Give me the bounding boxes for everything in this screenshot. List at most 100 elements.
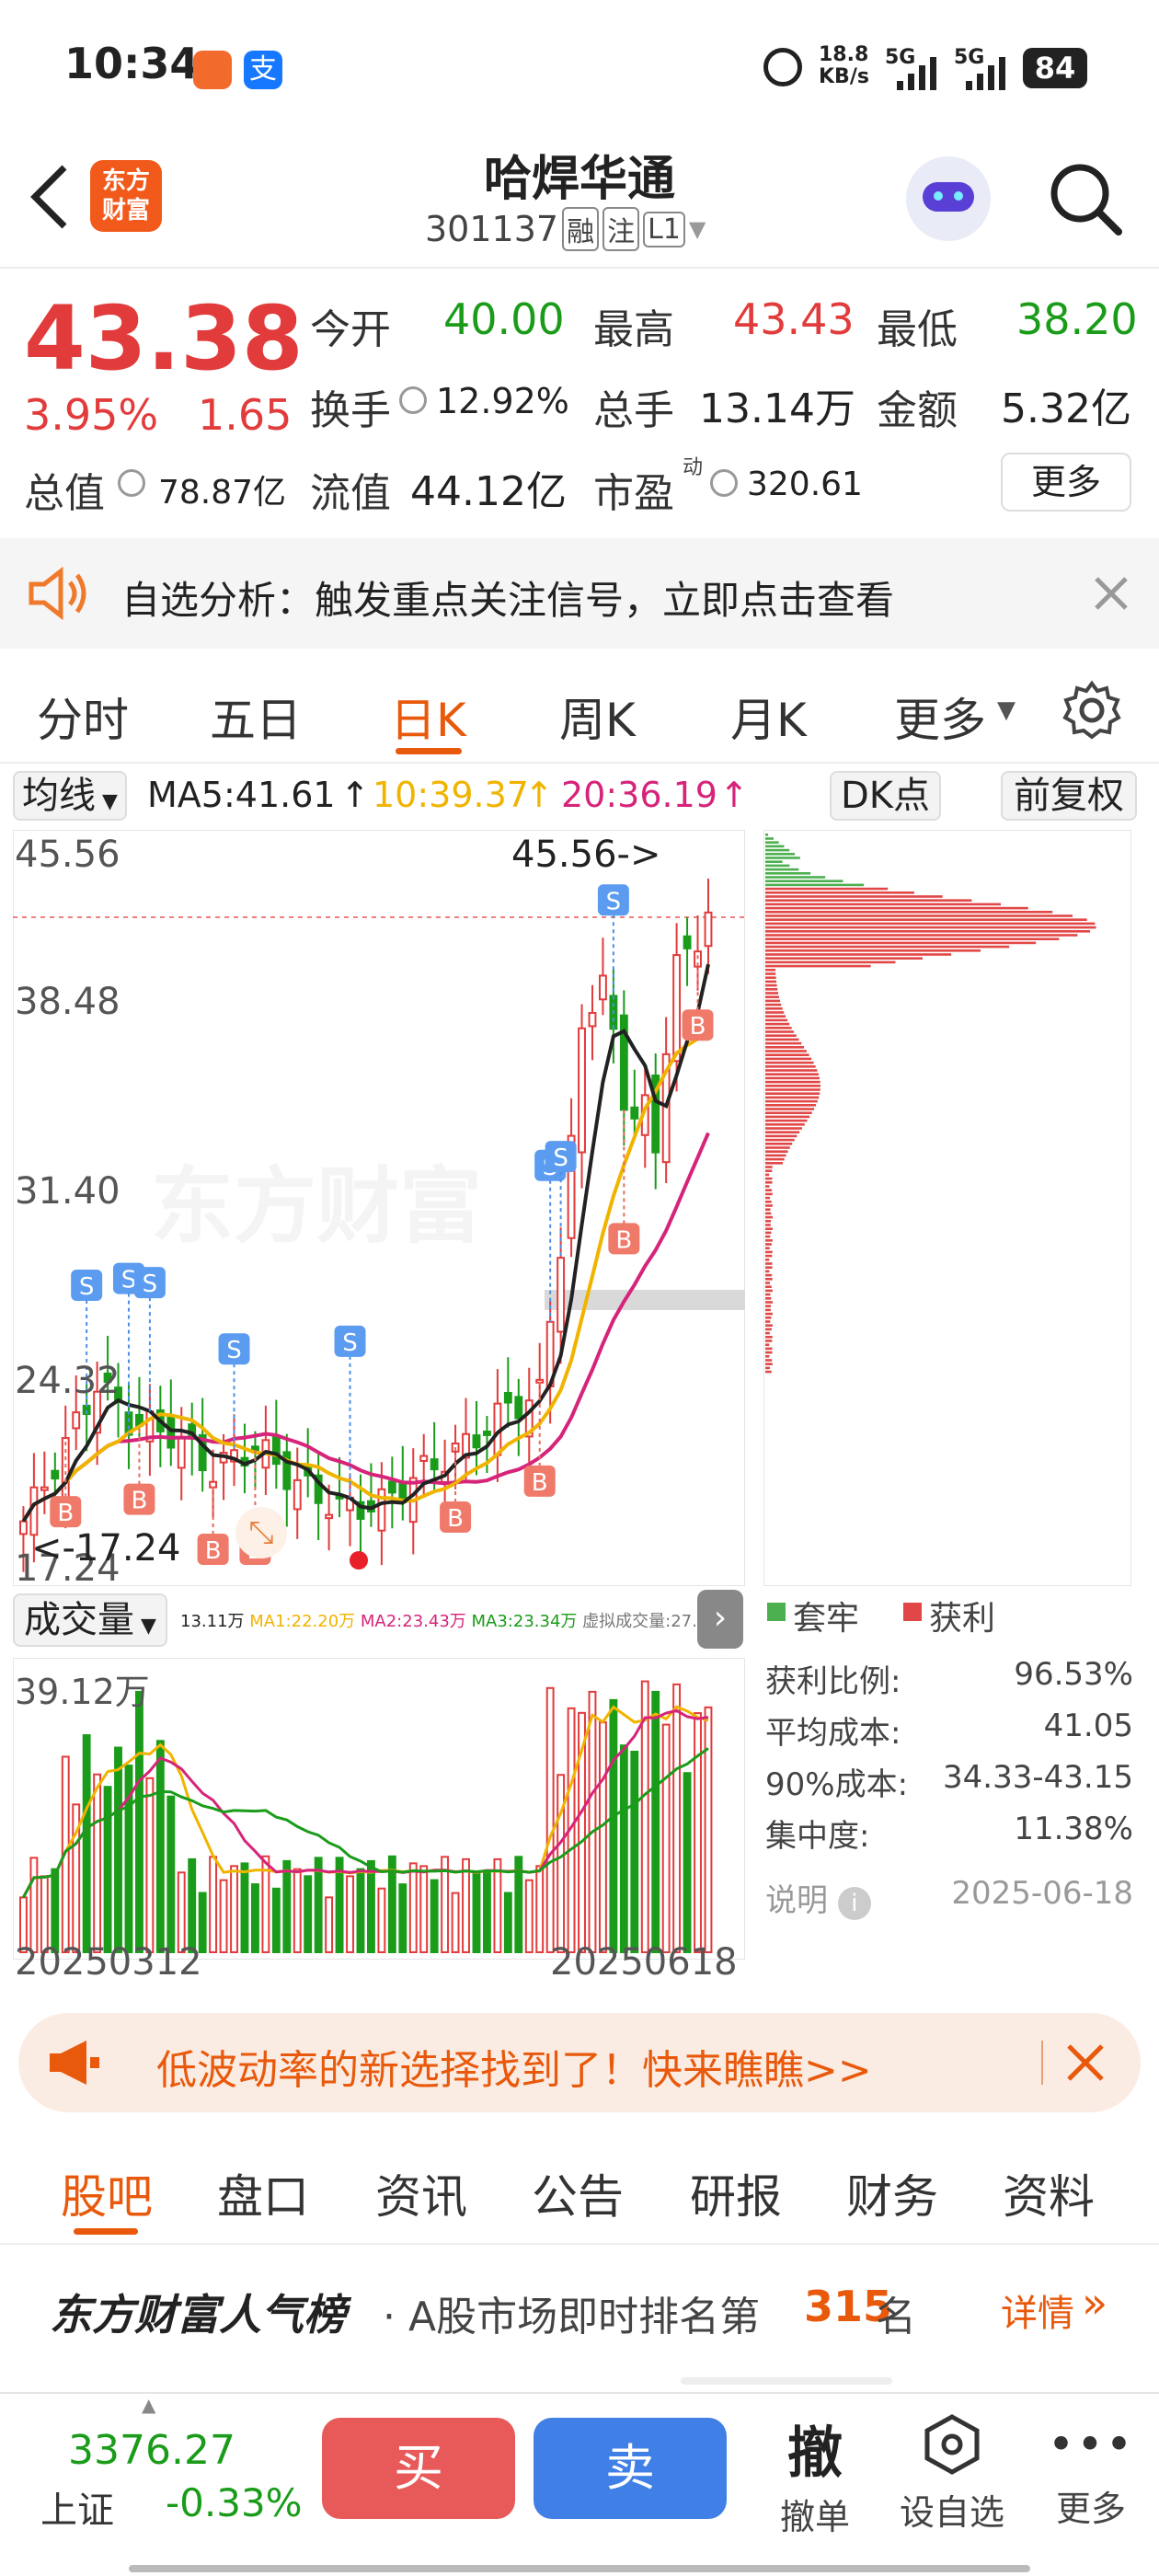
tab-news[interactable]: 资讯: [375, 2160, 467, 2226]
chip-bar: [765, 980, 777, 983]
chip-bar: [765, 860, 783, 863]
notice-bar[interactable]: 自选分析：触发重点关注信号，立即点击查看: [0, 538, 1159, 649]
alipay-icon: 支: [244, 51, 282, 89]
tab-orderbook[interactable]: 盘口: [217, 2160, 309, 2226]
chip-bar: [765, 837, 774, 840]
chip-bar: [765, 1162, 784, 1165]
tab-research[interactable]: 研报: [690, 2160, 782, 2226]
chip-bar: [765, 1359, 773, 1362]
chip-bar: [765, 964, 871, 968]
more-menu-button[interactable]: ••• 更多: [1045, 2414, 1137, 2531]
tab-profile[interactable]: 资料: [1003, 2160, 1095, 2226]
chip-bar: [765, 1270, 770, 1273]
chip-bar: [765, 1239, 773, 1242]
chip-bar: [765, 1069, 818, 1072]
volume-bar: [135, 1690, 143, 1954]
chip-bar: [765, 1320, 771, 1323]
chevron-right-icon[interactable]: ›: [697, 1590, 743, 1649]
close-icon[interactable]: [1065, 2042, 1106, 2083]
chip-bar: [765, 891, 914, 894]
tab-financials[interactable]: 财务: [846, 2160, 938, 2226]
caret-up-icon[interactable]: ▲: [142, 2394, 155, 2416]
tab-daily-k[interactable]: 日K: [390, 684, 466, 750]
chip-bar: [765, 1215, 773, 1219]
banner-divider: [1041, 2041, 1043, 2085]
candle: [251, 1445, 259, 1452]
turnover-label: 换手: [310, 387, 391, 434]
add-watch-label: 设自选: [899, 2492, 1004, 2533]
popularity-rank[interactable]: 东方财富人气榜 · A股市场即时排名第 315 名 详情 »: [0, 2245, 1159, 2385]
chip-bar: [765, 1143, 793, 1145]
tab-five-day[interactable]: 五日: [210, 684, 302, 750]
info-dots-icon[interactable]: [399, 386, 427, 414]
chip-bar: [765, 1227, 773, 1230]
chip-bar: [765, 876, 826, 879]
explain-link[interactable]: 说明 i: [765, 1875, 871, 1926]
candlestick-chart[interactable]: 东方财富 BSSBSBSBSBBSSSBB: [13, 830, 745, 1586]
volume-bar: [29, 1857, 39, 1953]
promo-banner[interactable]: 低波动率的新选择找到了！快来瞧瞧>>: [18, 2013, 1141, 2112]
chip-bar: [765, 1308, 771, 1312]
chip-bar: [765, 1312, 773, 1316]
candle: [599, 974, 607, 1001]
sell-button[interactable]: 卖: [534, 2418, 727, 2519]
chip-bar: [765, 1247, 770, 1249]
tab-more[interactable]: 更多: [894, 684, 986, 750]
chip-bar: [765, 992, 779, 995]
cancel-order-button[interactable]: 撤 撤单: [769, 2409, 861, 2539]
chip-bar: [765, 1092, 820, 1095]
kline-chart-area: 均线 ▼ MA5:41.61 ↑ 10:39.37 ↑ 20:36.19 ↑ D…: [0, 764, 1159, 1996]
signal-label: S: [606, 888, 622, 915]
volume-bar: [271, 1887, 281, 1953]
tab-weekly-k[interactable]: 周K: [559, 684, 636, 750]
chip-bar: [765, 1073, 819, 1075]
chip-bar: [765, 1201, 772, 1203]
info-dots-icon[interactable]: [710, 469, 738, 497]
event-dot[interactable]: [350, 1551, 368, 1570]
buy-button[interactable]: 买: [322, 2418, 515, 2519]
float-cap-label: 流值: [310, 470, 391, 517]
close-icon[interactable]: [1093, 575, 1130, 612]
float-cap-value: 44.12亿: [410, 468, 567, 515]
y-max-label: 45.56: [15, 834, 120, 876]
chip-bar: [765, 1243, 772, 1246]
adjust-button[interactable]: 前复权: [1001, 771, 1137, 821]
assistant-avatar[interactable]: [906, 156, 991, 241]
tab-intraday[interactable]: 分时: [37, 684, 129, 750]
chip-bar: [765, 1154, 786, 1157]
dk-point-button[interactable]: DK点: [830, 771, 942, 821]
tab-monthly-k[interactable]: 月K: [730, 684, 807, 750]
chevron-down-icon[interactable]: ▼: [689, 216, 706, 242]
notice-text: 自选分析：触发重点关注信号，立即点击查看: [121, 578, 895, 623]
chip-bar: [765, 949, 981, 952]
volume-bar: [683, 1772, 692, 1953]
volume-bar: [188, 1857, 197, 1954]
tab-announcements[interactable]: 公告: [532, 2160, 624, 2226]
chip-bar: [765, 1146, 790, 1149]
add-watchlist-button[interactable]: 设自选: [892, 2414, 1012, 2535]
chip-bar: [765, 1115, 810, 1119]
more-label: 更多: [1055, 2489, 1126, 2529]
ma-selector[interactable]: 均线 ▼: [13, 771, 127, 821]
volume-selector[interactable]: 成交量 ▼: [13, 1593, 167, 1647]
signal-label: S: [143, 1271, 158, 1298]
volume-bar: [483, 1871, 491, 1953]
volume-bar: [103, 1786, 112, 1953]
chip-bar: [765, 1185, 770, 1188]
info-dots-icon[interactable]: [118, 469, 145, 497]
chip-bar: [765, 1057, 812, 1061]
rank-detail-link[interactable]: 详情: [1001, 2283, 1074, 2337]
more-quote-button[interactable]: 更多: [1001, 453, 1131, 512]
tab-forum[interactable]: 股吧: [61, 2160, 153, 2226]
search-icon[interactable]: [1047, 160, 1124, 237]
expand-icon[interactable]: ⤡: [235, 1507, 287, 1558]
chip-bar: [765, 930, 1091, 933]
volume-bar: [430, 1879, 439, 1954]
chip-bar: [765, 1111, 812, 1114]
gear-icon[interactable]: [1061, 680, 1122, 741]
period-tabs: 分时 五日 日K 周K 月K 更多 ▼: [0, 649, 1159, 764]
chip-bar: [765, 1259, 770, 1261]
info-icon: i: [837, 1887, 871, 1920]
chip-bar: [765, 1177, 773, 1180]
volume-bar: [230, 1865, 238, 1954]
